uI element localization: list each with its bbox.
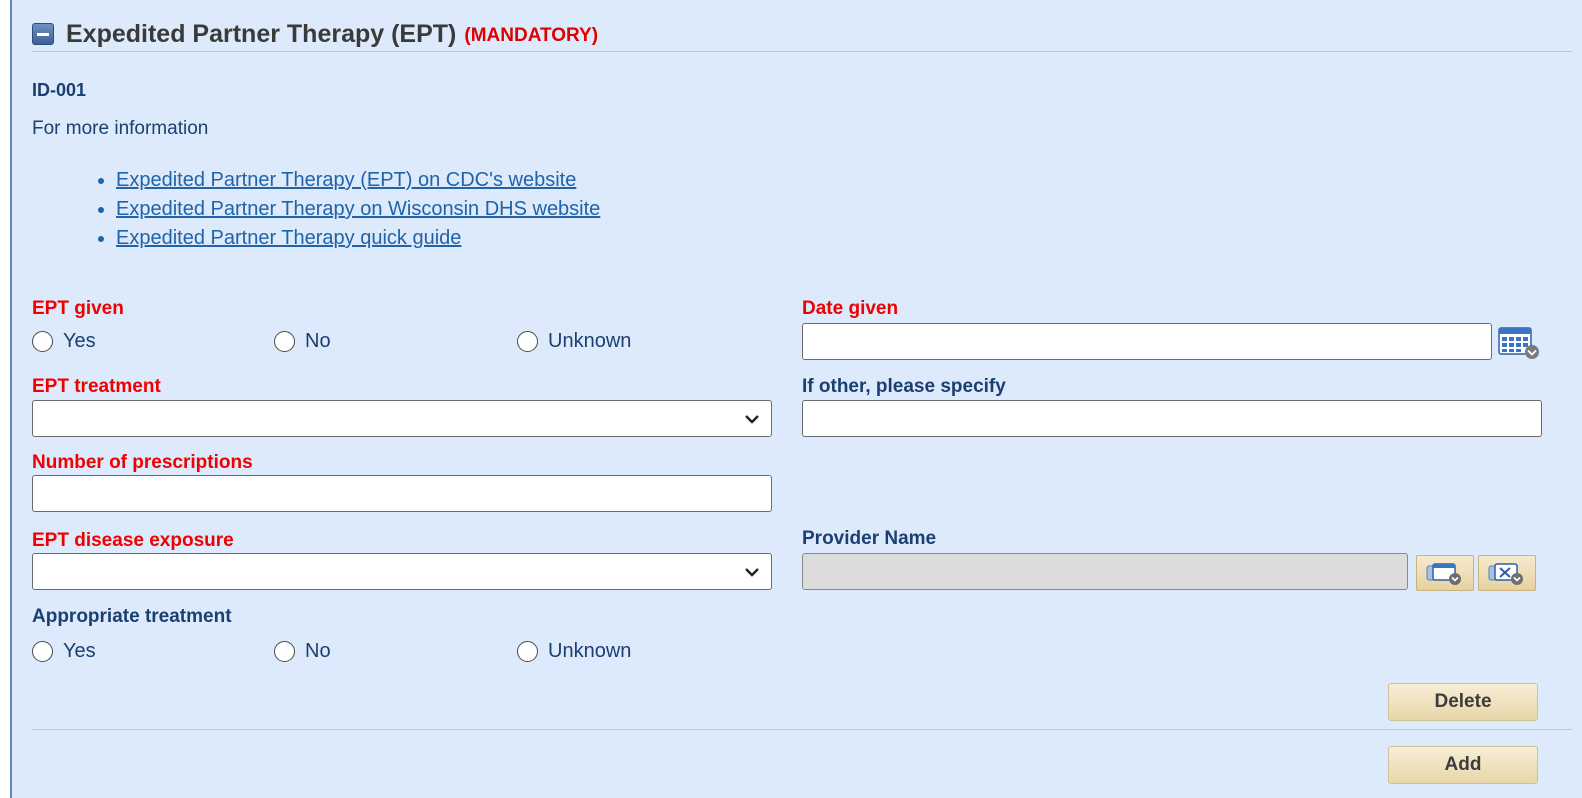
appropriate-treatment-no-radio[interactable]: No <box>274 640 331 663</box>
wisconsin-dhs-ept-link[interactable]: Expedited Partner Therapy on Wisconsin D… <box>116 198 600 220</box>
if-other-input[interactable] <box>802 400 1542 437</box>
appropriate-treatment-yes-radio[interactable]: Yes <box>32 640 96 663</box>
ept-treatment-label: EPT treatment <box>32 376 161 397</box>
num-prescriptions-label: Number of prescriptions <box>32 452 253 473</box>
radio-label: Yes <box>63 330 96 352</box>
ept-given-yes-radio[interactable]: Yes <box>32 330 96 353</box>
if-other-label: If other, please specify <box>802 376 1006 397</box>
delete-button[interactable]: Delete <box>1388 683 1538 721</box>
chevron-down-icon <box>745 567 759 577</box>
appropriate-treatment-unknown-radio[interactable]: Unknown <box>517 640 631 663</box>
radio-circle[interactable] <box>32 641 53 662</box>
info-text: For more information <box>32 118 209 139</box>
mandatory-tag: (MANDATORY) <box>464 25 599 46</box>
radio-circle[interactable] <box>274 331 295 352</box>
list-item: Expedited Partner Therapy on Wisconsin D… <box>116 195 600 224</box>
chevron-down-icon <box>745 414 759 424</box>
section-header: Expedited Partner Therapy (EPT) (MANDATO… <box>32 18 598 50</box>
provider-clear-button[interactable] <box>1478 555 1536 591</box>
radio-label: No <box>305 330 331 352</box>
num-prescriptions-input[interactable] <box>32 475 772 512</box>
header-divider <box>32 51 1572 52</box>
ept-given-unknown-radio[interactable]: Unknown <box>517 330 631 353</box>
appropriate-treatment-label: Appropriate treatment <box>32 606 232 627</box>
ept-treatment-select[interactable] <box>32 400 772 437</box>
radio-label: Yes <box>63 640 96 662</box>
ept-quick-guide-link[interactable]: Expedited Partner Therapy quick guide <box>116 227 461 249</box>
provider-name-input[interactable] <box>802 553 1408 590</box>
calendar-icon[interactable] <box>1496 322 1542 362</box>
ept-section-panel: Expedited Partner Therapy (EPT) (MANDATO… <box>10 0 1582 798</box>
date-given-label: Date given <box>802 298 899 319</box>
list-item: Expedited Partner Therapy quick guide <box>116 224 600 253</box>
info-links-list: Expedited Partner Therapy (EPT) on CDC's… <box>90 166 600 253</box>
radio-label: Unknown <box>548 330 632 352</box>
footer-divider <box>32 729 1572 730</box>
cdc-ept-link[interactable]: Expedited Partner Therapy (EPT) on CDC's… <box>116 169 576 191</box>
date-given-input[interactable] <box>802 323 1492 360</box>
record-id: ID-001 <box>32 80 87 100</box>
collapse-icon[interactable] <box>32 23 54 45</box>
list-item: Expedited Partner Therapy (EPT) on CDC's… <box>116 166 600 195</box>
radio-circle[interactable] <box>274 641 295 662</box>
radio-label: No <box>305 640 331 662</box>
radio-circle[interactable] <box>32 331 53 352</box>
provider-name-label: Provider Name <box>802 528 937 549</box>
section-title: Expedited Partner Therapy (EPT) <box>66 19 457 48</box>
radio-label: Unknown <box>548 640 632 662</box>
ept-given-label: EPT given <box>32 298 124 319</box>
ept-given-no-radio[interactable]: No <box>274 330 331 353</box>
disease-exposure-label: EPT disease exposure <box>32 530 234 551</box>
card-clear-icon <box>1488 563 1523 585</box>
provider-search-button[interactable] <box>1416 555 1474 591</box>
disease-exposure-select[interactable] <box>32 553 772 590</box>
radio-circle[interactable] <box>517 641 538 662</box>
add-button[interactable]: Add <box>1388 746 1538 784</box>
radio-circle[interactable] <box>517 331 538 352</box>
card-search-icon <box>1426 563 1461 585</box>
